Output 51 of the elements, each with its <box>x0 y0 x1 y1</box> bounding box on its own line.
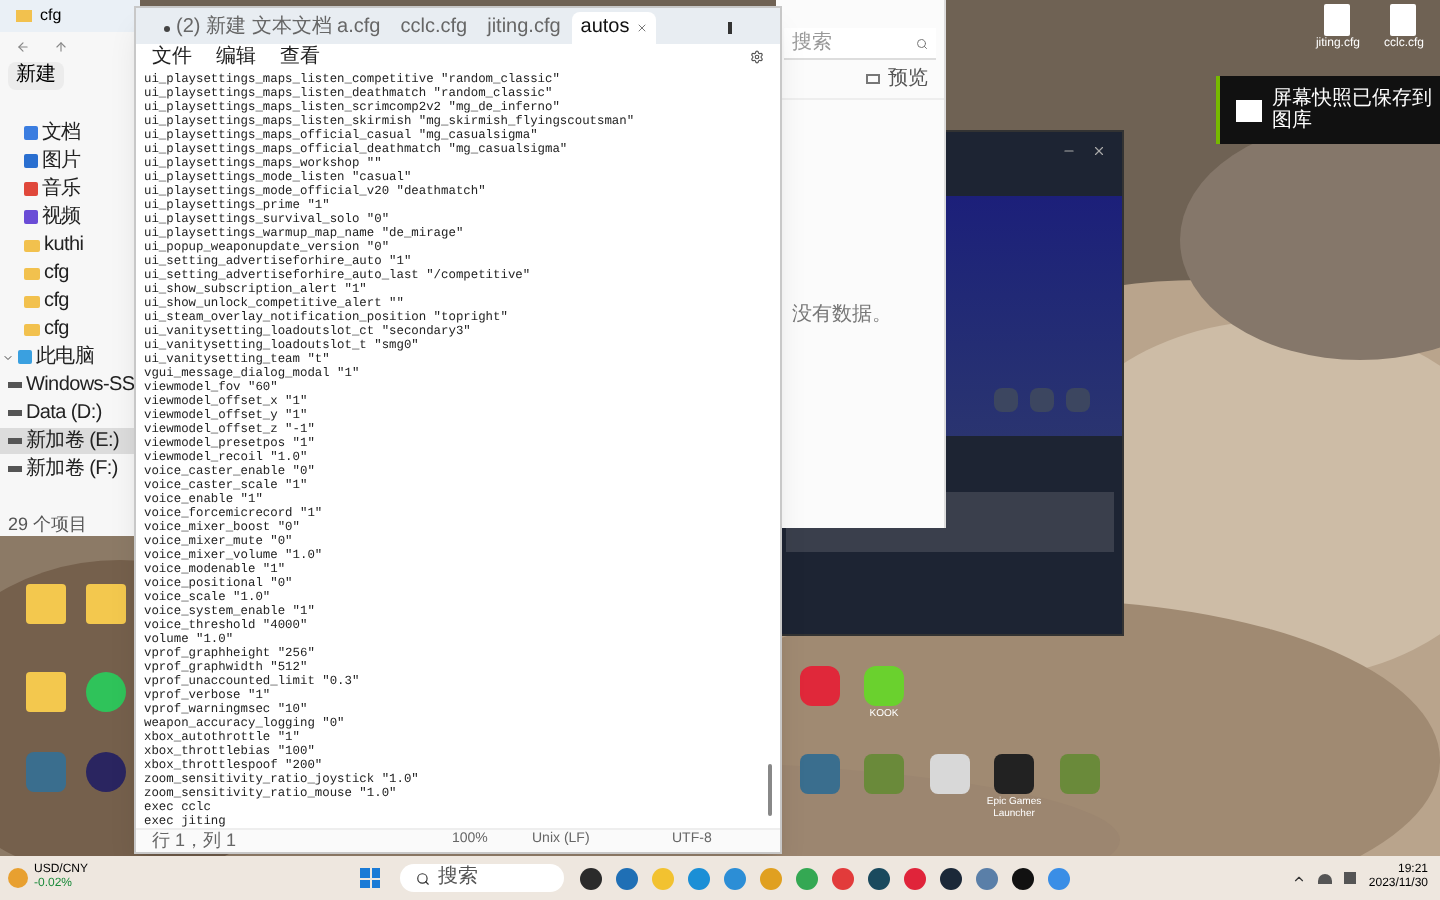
toast-notification: 屏幕快照已保存到图库 <box>1216 76 1440 144</box>
menu-item[interactable]: 文件 <box>152 47 192 67</box>
drive-icon <box>8 410 22 416</box>
sidebar-item[interactable]: cfg <box>0 260 140 286</box>
sidebar-item[interactable]: 文档 <box>0 120 140 146</box>
search-icon <box>416 871 430 885</box>
sidebar-item[interactable]: 视频 <box>0 204 140 230</box>
sidebar-item[interactable]: 新加卷 (F:) <box>0 456 140 482</box>
chevron-icon[interactable] <box>2 351 14 363</box>
search-icon <box>916 37 928 49</box>
sidebar-item[interactable]: 新加卷 (E:) <box>0 428 140 454</box>
status-text: 29 个项目 <box>6 512 90 536</box>
new-button[interactable]: 新建 <box>8 62 64 90</box>
menu-item[interactable]: 编辑 <box>216 47 256 67</box>
maximize-icon[interactable] <box>727 22 732 34</box>
back-icon[interactable] <box>16 39 30 53</box>
sidebar-item[interactable]: 图片 <box>0 148 140 174</box>
window-title: cfg <box>40 4 62 28</box>
up-icon[interactable] <box>54 39 68 53</box>
app-icon[interactable] <box>940 867 962 889</box>
sidebar-item[interactable]: 音乐 <box>0 176 140 202</box>
tab[interactable]: autos <box>572 12 656 44</box>
file-icon[interactable] <box>1324 4 1351 36</box>
app-icon[interactable] <box>1012 867 1034 889</box>
preview-button[interactable]: 预览 <box>888 64 928 94</box>
sidebar-item[interactable]: cfg <box>0 288 140 314</box>
tab[interactable]: cclc.cfg <box>392 12 476 44</box>
app-icon[interactable] <box>580 867 602 889</box>
drive-icon <box>8 382 22 388</box>
sidebar-item[interactable]: 此电脑 <box>0 344 140 370</box>
sidebar-item[interactable]: Windows-SS <box>0 372 140 398</box>
empty-message: 没有数据。 <box>792 301 892 329</box>
search-field[interactable]: 搜索 <box>400 864 564 892</box>
file-icon[interactable] <box>1390 4 1417 36</box>
app-icon[interactable] <box>868 867 890 889</box>
close-icon[interactable] <box>1092 143 1106 157</box>
sidebar-item[interactable]: Data (D:) <box>0 400 140 426</box>
drive-icon <box>8 466 22 472</box>
tab[interactable]: (2) 新建 文本文档 a.cfg <box>156 12 389 44</box>
folder-icon <box>16 10 32 22</box>
menu-item[interactable]: 查看 <box>280 47 320 67</box>
tab[interactable]: jiting.cfg <box>479 12 569 44</box>
settings-icon[interactable] <box>750 50 764 64</box>
start-icon[interactable] <box>360 868 380 888</box>
sidebar-item[interactable]: kuthi <box>0 232 140 258</box>
cursor-position: 行 1，列 1 <box>152 827 239 854</box>
drive-icon <box>8 438 22 444</box>
close-icon[interactable] <box>635 22 648 34</box>
chevron-up-icon[interactable] <box>1292 871 1307 885</box>
scrollbar[interactable] <box>768 764 772 816</box>
sidebar-item[interactable]: cfg <box>0 316 140 342</box>
